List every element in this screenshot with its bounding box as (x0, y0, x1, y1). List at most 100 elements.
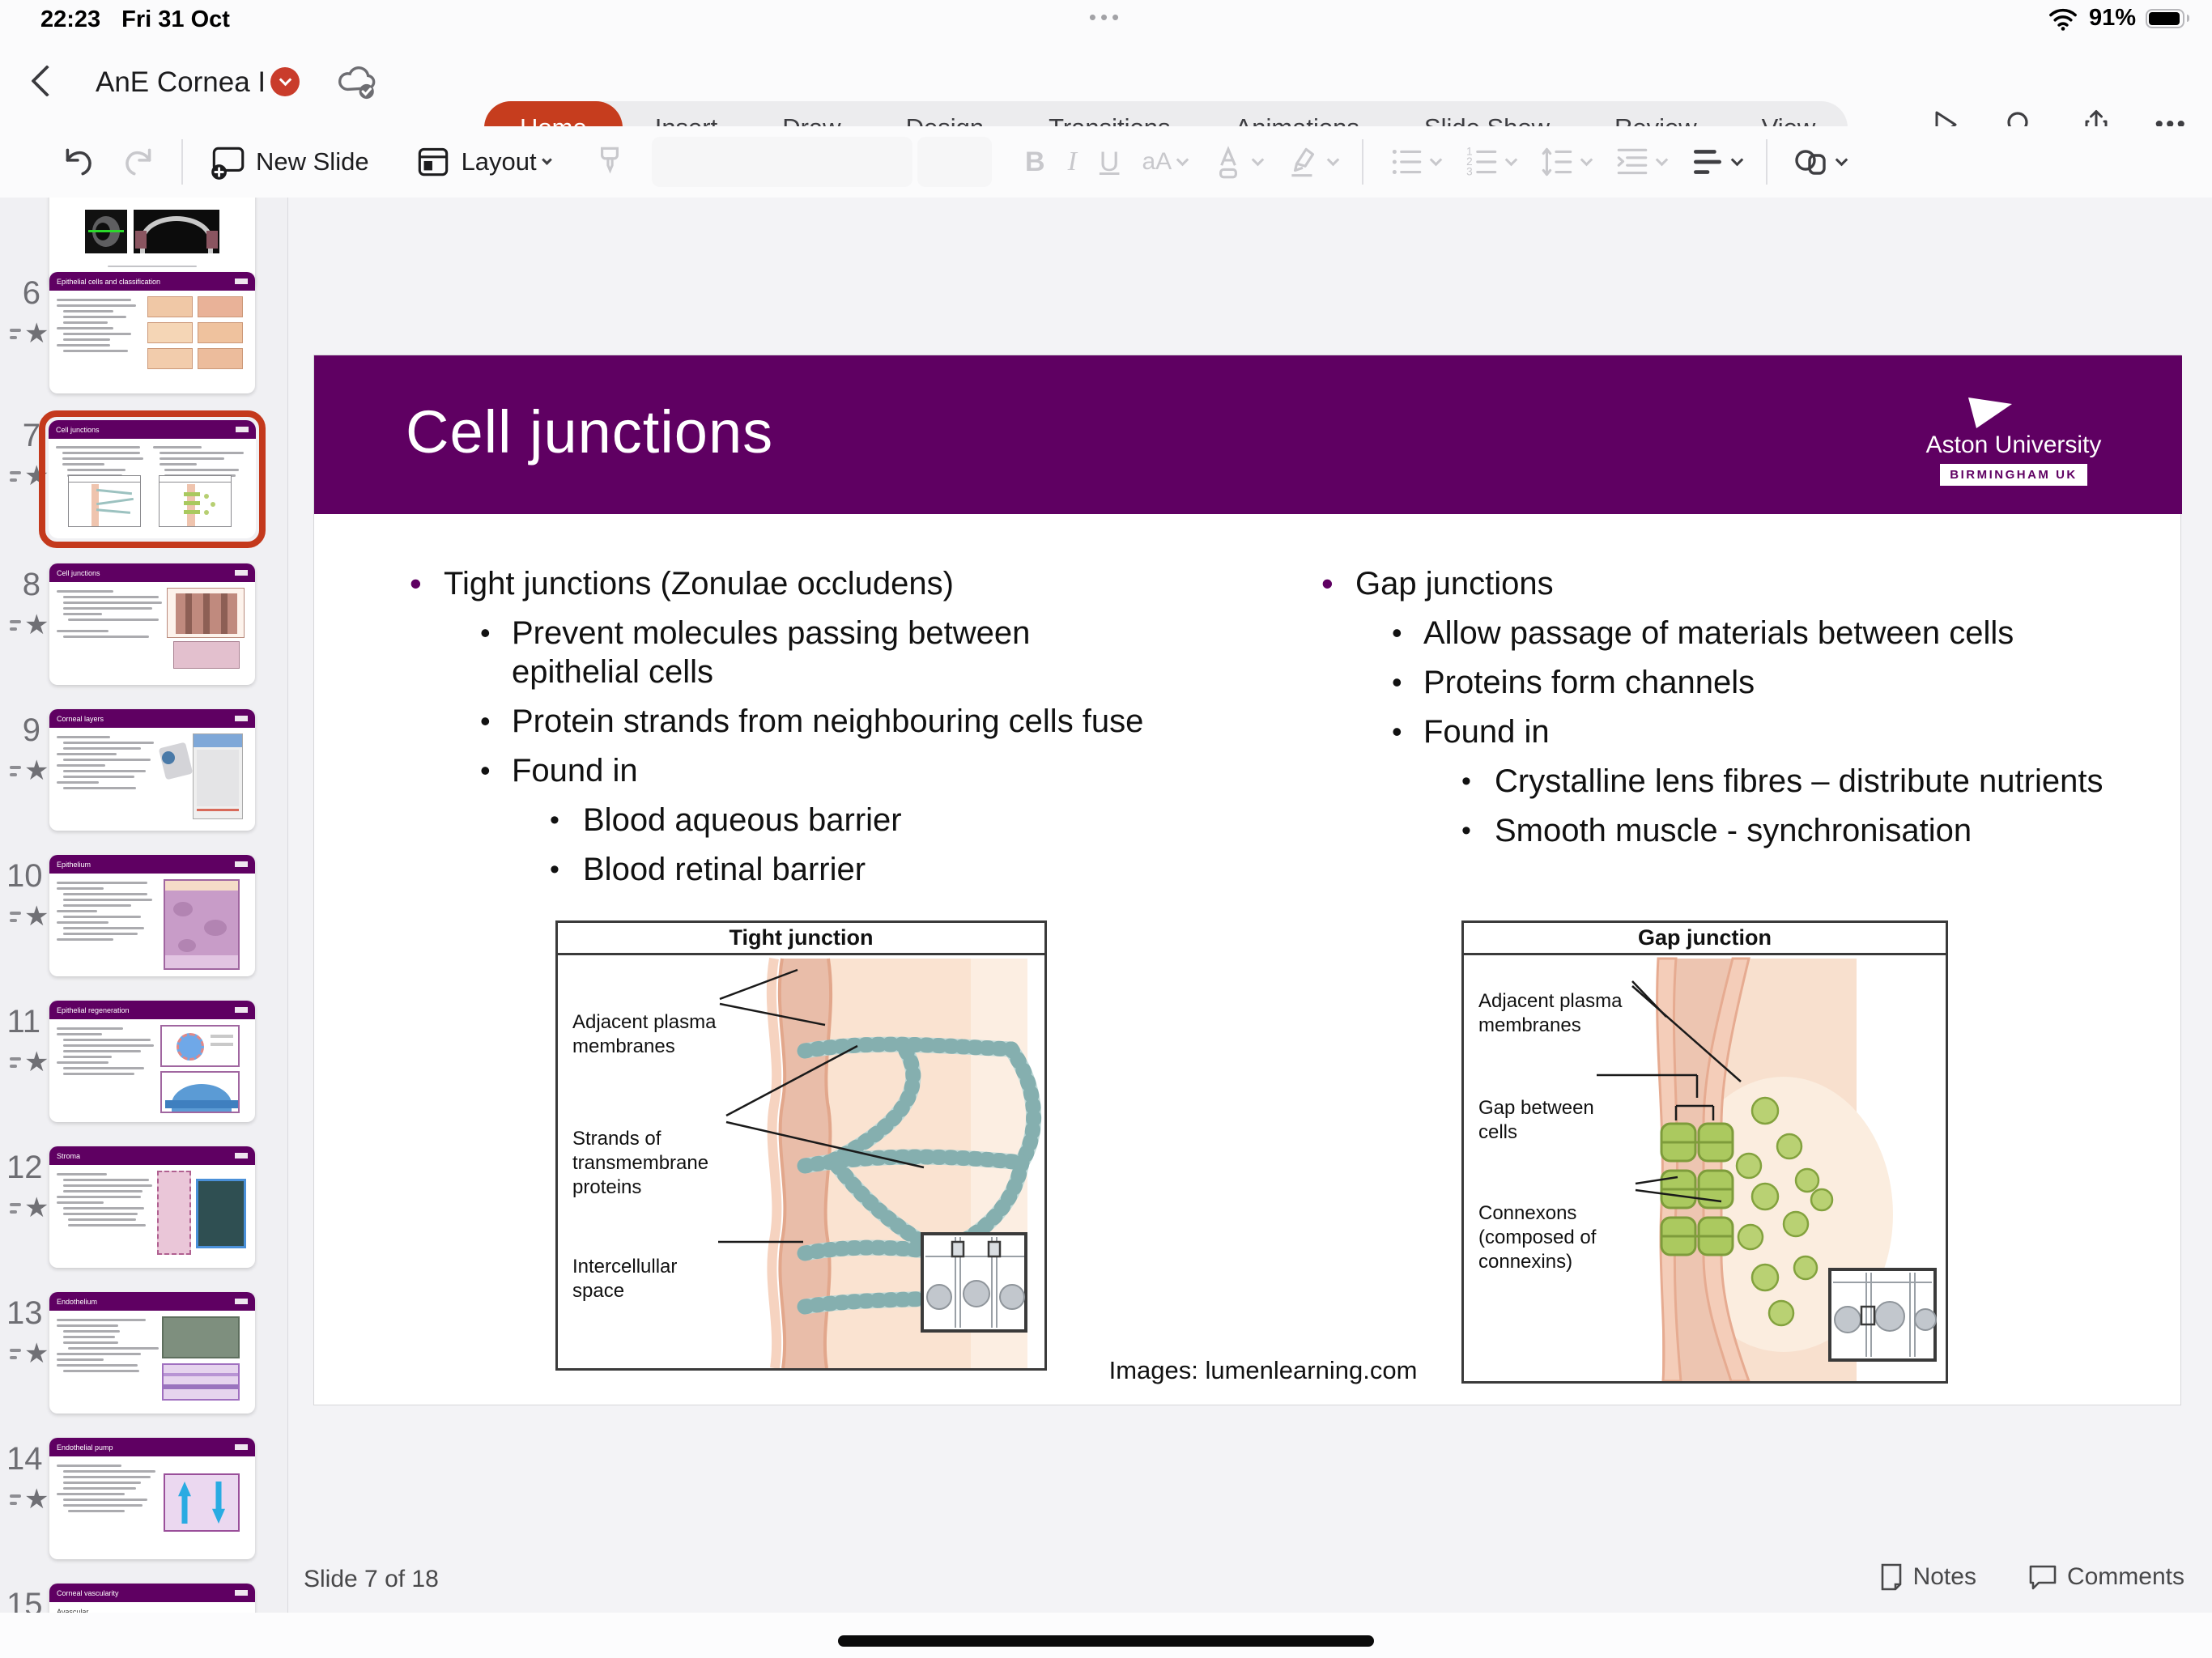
toolbar-divider (181, 139, 183, 185)
underline-button[interactable]: U (1088, 138, 1131, 186)
thumbnail-slide-9[interactable]: Corneal layers (49, 709, 255, 831)
font-size-field[interactable] (917, 137, 992, 187)
thumbnail-slide-12[interactable]: Stroma (49, 1146, 255, 1268)
thumbnail-title: Epithelial cells and classification (57, 278, 232, 286)
shapes-button[interactable] (1780, 138, 1857, 186)
line-spacing-button[interactable] (1527, 138, 1602, 186)
thumbnail-slide-6[interactable]: Epithelial cells and classification (49, 272, 255, 393)
logo-mini (235, 1444, 248, 1450)
cloud-save-icon[interactable] (334, 60, 381, 102)
logo-location: BIRMINGHAM UK (1940, 464, 2087, 486)
italic-button[interactable]: I (1057, 138, 1088, 186)
wifi-icon (2047, 6, 2079, 32)
thumbnail-slide-13[interactable]: Endothelium (49, 1292, 255, 1414)
bullet-dot: • (1321, 564, 1355, 603)
thumbnail-image (164, 1473, 240, 1532)
figure-label: Connexons (composed of connexins) (1478, 1201, 1648, 1274)
bullet-dot: • (1461, 811, 1495, 850)
list-item: Crystalline lens fibres – distribute nut… (1495, 762, 2103, 801)
slide-number: 14 (6, 1441, 40, 1477)
comments-label: Comments (2067, 1563, 2184, 1591)
thumbnail-title: Epithelium (57, 861, 232, 869)
undo-button[interactable] (49, 138, 108, 186)
comments-button[interactable]: Comments (2028, 1563, 2184, 1591)
list-item: Found in (1423, 712, 1550, 751)
back-chevron-icon[interactable] (31, 65, 63, 97)
transition-star-icon: ★ (10, 1483, 49, 1516)
thumbnail-slide-14[interactable]: Endothelial pump (49, 1438, 255, 1559)
slide-number: 9 (6, 712, 40, 749)
notes-button[interactable]: Notes (1879, 1562, 1976, 1592)
new-slide-button[interactable]: New Slide (196, 138, 381, 186)
thumbnail-image (134, 210, 219, 253)
transition-star-icon: ★ (10, 1192, 49, 1224)
slide-counter: Slide 7 of 18 (304, 1566, 439, 1593)
content-area: 6 ★ Epithelial cells and classification (0, 198, 2212, 1613)
bullet-dot: • (550, 801, 583, 840)
slide-thumbnail-panel[interactable]: 6 ★ Epithelial cells and classification (0, 198, 288, 1613)
thumbnail-slide-11[interactable]: Epithelial regeneration (49, 1001, 255, 1122)
logo-mini (235, 716, 248, 721)
format-painter-icon[interactable] (580, 138, 640, 186)
sync-status-badge[interactable] (270, 67, 300, 96)
figure-label: Intercellullar space (572, 1255, 718, 1303)
thumbnail-title: Endothelium (57, 1298, 232, 1306)
aston-university-logo: Aston University BIRMINGHAM UK (1920, 396, 2108, 486)
thumbnail-title: Cell junctions (57, 569, 232, 577)
change-case-button[interactable]: aA (1130, 138, 1198, 186)
multitasking-handle-icon[interactable]: ••• (1089, 5, 1123, 30)
thumbnail-slide-7[interactable]: Cell junctions (49, 420, 256, 538)
svg-text:3: 3 (1466, 166, 1473, 178)
thumbnail-title: Stroma (57, 1152, 232, 1160)
bullet-dot: • (1392, 712, 1423, 751)
slide-number: 10 (6, 858, 40, 895)
app-window: 22:23 Fri 31 Oct ••• 91% AnE Cornea I (0, 0, 2212, 1658)
indent-button[interactable] (1602, 138, 1678, 186)
thumbnail-slide-10[interactable]: Epithelium (49, 855, 255, 976)
slide-number: 13 (6, 1295, 40, 1332)
status-date: Fri 31 Oct (121, 6, 230, 33)
slide-title[interactable]: Cell junctions (406, 397, 773, 466)
battery-nub (2187, 15, 2189, 22)
logo-mini (235, 1590, 248, 1596)
left-text-column[interactable]: • Tight junctions (Zonulae occludens) • … (410, 564, 1307, 899)
font-name-field[interactable] (652, 137, 912, 187)
highlight-button[interactable] (1274, 138, 1349, 186)
bullet-dot: • (480, 751, 512, 790)
notes-label: Notes (1913, 1563, 1976, 1591)
formatting-toolbar: New Slide Layout B I U (0, 126, 2212, 198)
bullet-dot: • (550, 850, 583, 889)
bullet-dot: • (1392, 614, 1423, 653)
numbered-list-button[interactable]: 1 2 3 (1452, 138, 1527, 186)
chevron-down-icon (279, 74, 291, 87)
transition-star-icon: ★ (10, 1337, 49, 1370)
bullet-list-button[interactable] (1376, 138, 1452, 186)
slide-number: 11 (6, 1004, 40, 1040)
home-indicator[interactable] (838, 1635, 1374, 1647)
font-color-button[interactable] (1198, 138, 1274, 186)
tight-junction-figure: Tight junction (555, 920, 1047, 1371)
toolbar-divider (1766, 139, 1767, 185)
slide-number: 8 (6, 567, 40, 603)
redo-button[interactable] (108, 138, 168, 186)
layout-button[interactable]: Layout (402, 138, 562, 186)
thumbnail-slide-8[interactable]: Cell junctions (49, 563, 255, 685)
list-item: Blood aqueous barrier (583, 801, 902, 840)
thumbnail-slide-15[interactable]: Corneal vascularity Avascular Gets nutri… (49, 1584, 255, 1613)
bold-button[interactable]: B (1014, 138, 1057, 186)
slide-canvas: Cell junctions Aston University BIRMINGH… (288, 198, 2212, 1613)
slide-editor[interactable]: Cell junctions Aston University BIRMINGH… (313, 355, 2181, 1405)
right-text-column[interactable]: • Gap junctions • Allow passage of mater… (1321, 564, 2163, 861)
logo-name: Aston University (1920, 432, 2108, 459)
bullet-dot: • (1461, 762, 1495, 801)
thumbnail-image (85, 210, 127, 253)
battery-percent: 91% (2089, 5, 2136, 32)
align-button[interactable] (1678, 138, 1753, 186)
thumbnail-image (160, 1025, 240, 1113)
logo-mini (235, 861, 248, 867)
slide-number: 15 (6, 1587, 40, 1613)
bullet-dot: • (410, 564, 444, 603)
battery-icon (2146, 9, 2184, 28)
document-title[interactable]: AnE Cornea I (96, 66, 266, 99)
thumbnail-title: Cell junctions (56, 426, 232, 434)
